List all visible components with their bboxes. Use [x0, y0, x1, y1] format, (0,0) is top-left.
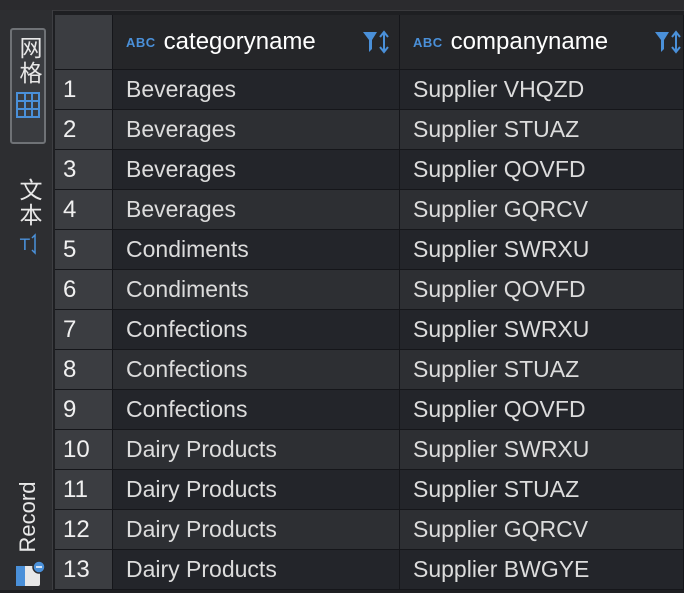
text-cursor-icon: T	[18, 232, 38, 261]
cell-categoryname[interactable]: Beverages	[113, 70, 400, 110]
grid-header-row: ABC categoryname ABC companyname	[55, 15, 684, 70]
tab-record-label: Record	[15, 481, 40, 553]
row-number[interactable]: 6	[55, 270, 113, 310]
row-number[interactable]: 10	[55, 430, 113, 470]
column-header-label: companyname	[450, 28, 609, 55]
row-number[interactable]: 8	[55, 350, 113, 390]
record-panel-icon	[14, 560, 46, 593]
table-row[interactable]: 2 Beverages Supplier STUAZ	[55, 110, 684, 150]
row-number[interactable]: 7	[55, 310, 113, 350]
row-number[interactable]: 13	[55, 550, 113, 590]
cell-companyname[interactable]: Supplier SWRXU	[400, 310, 684, 350]
tab-record[interactable]: Record	[10, 462, 46, 592]
table-row[interactable]: 3 Beverages Supplier QOVFD	[55, 150, 684, 190]
cell-companyname[interactable]: Supplier SWRXU	[400, 430, 684, 470]
table-row[interactable]: 5 Condiments Supplier SWRXU	[55, 230, 684, 270]
row-number[interactable]: 9	[55, 390, 113, 430]
cell-companyname[interactable]: Supplier STUAZ	[400, 350, 684, 390]
tab-text-label: 文本	[15, 178, 41, 228]
tab-grid-label: 网格	[15, 36, 41, 86]
toolbar-strip	[0, 0, 684, 11]
cell-companyname[interactable]: Supplier QOVFD	[400, 390, 684, 430]
cell-companyname[interactable]: Supplier GQRCV	[400, 190, 684, 230]
filter-sort-icon[interactable]	[361, 29, 391, 55]
row-number[interactable]: 2	[55, 110, 113, 150]
cell-categoryname[interactable]: Dairy Products	[113, 550, 400, 590]
cell-categoryname[interactable]: Beverages	[113, 110, 400, 150]
cell-companyname[interactable]: Supplier QOVFD	[400, 150, 684, 190]
row-number[interactable]: 1	[55, 70, 113, 110]
table-row[interactable]: 6 Condiments Supplier QOVFD	[55, 270, 684, 310]
cell-categoryname[interactable]: Beverages	[113, 190, 400, 230]
cell-categoryname[interactable]: Dairy Products	[113, 510, 400, 550]
table-row[interactable]: 10 Dairy Products Supplier SWRXU	[55, 430, 684, 470]
table-row[interactable]: 13 Dairy Products Supplier BWGYE	[55, 550, 684, 590]
tab-grid[interactable]: 网格	[10, 28, 46, 144]
cell-companyname[interactable]: Supplier QOVFD	[400, 270, 684, 310]
row-number[interactable]: 12	[55, 510, 113, 550]
filter-sort-icon[interactable]	[653, 29, 683, 55]
table-row[interactable]: 12 Dairy Products Supplier GQRCV	[55, 510, 684, 550]
text-type-icon: ABC	[126, 34, 156, 50]
row-number[interactable]: 11	[55, 470, 113, 510]
cell-categoryname[interactable]: Confections	[113, 390, 400, 430]
column-header-categoryname[interactable]: ABC categoryname	[113, 15, 400, 70]
cell-categoryname[interactable]: Confections	[113, 310, 400, 350]
cell-categoryname[interactable]: Condiments	[113, 270, 400, 310]
cell-categoryname[interactable]: Beverages	[113, 150, 400, 190]
row-number[interactable]: 4	[55, 190, 113, 230]
cell-companyname[interactable]: Supplier VHQZD	[400, 70, 684, 110]
cell-companyname[interactable]: Supplier STUAZ	[400, 110, 684, 150]
cell-companyname[interactable]: Supplier SWRXU	[400, 230, 684, 270]
cell-companyname[interactable]: Supplier STUAZ	[400, 470, 684, 510]
cell-companyname[interactable]: Supplier GQRCV	[400, 510, 684, 550]
table-row[interactable]: 7 Confections Supplier SWRXU	[55, 310, 684, 350]
table-row[interactable]: 11 Dairy Products Supplier STUAZ	[55, 470, 684, 510]
table-row[interactable]: 8 Confections Supplier STUAZ	[55, 350, 684, 390]
result-grid: ABC categoryname ABC companyname 1 Bever…	[55, 15, 684, 590]
grid-icon	[16, 92, 40, 123]
row-number-header[interactable]	[55, 15, 113, 70]
cell-categoryname[interactable]: Confections	[113, 350, 400, 390]
view-sidebar: 网格 文本 T Record	[0, 10, 53, 590]
table-row[interactable]: 1 Beverages Supplier VHQZD	[55, 70, 684, 110]
text-type-icon: ABC	[413, 34, 443, 50]
cell-categoryname[interactable]: Dairy Products	[113, 430, 400, 470]
cell-categoryname[interactable]: Dairy Products	[113, 470, 400, 510]
cell-companyname[interactable]: Supplier BWGYE	[400, 550, 684, 590]
table-row[interactable]: 4 Beverages Supplier GQRCV	[55, 190, 684, 230]
column-header-companyname[interactable]: ABC companyname	[400, 15, 684, 70]
cell-categoryname[interactable]: Condiments	[113, 230, 400, 270]
tab-text[interactable]: 文本 T	[10, 178, 46, 278]
row-number[interactable]: 5	[55, 230, 113, 270]
table-row[interactable]: 9 Confections Supplier QOVFD	[55, 390, 684, 430]
column-header-label: categoryname	[163, 28, 316, 55]
svg-text:T: T	[19, 235, 30, 254]
row-number[interactable]: 3	[55, 150, 113, 190]
